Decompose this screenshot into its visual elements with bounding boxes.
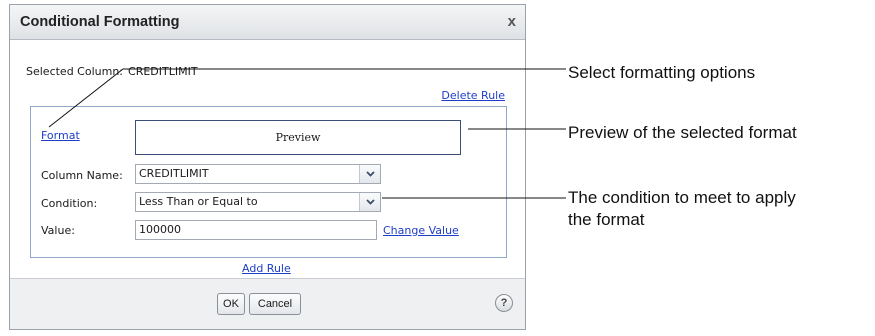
callout-line-format xyxy=(48,68,566,128)
callout-preview-format: Preview of the selected format xyxy=(568,123,797,142)
callout-condition-line2: the format xyxy=(568,210,645,229)
callout-lines xyxy=(48,68,566,199)
callout-formatting-options: Select formatting options xyxy=(568,63,756,82)
callout-condition-line1: The condition to meet to apply xyxy=(568,188,796,207)
